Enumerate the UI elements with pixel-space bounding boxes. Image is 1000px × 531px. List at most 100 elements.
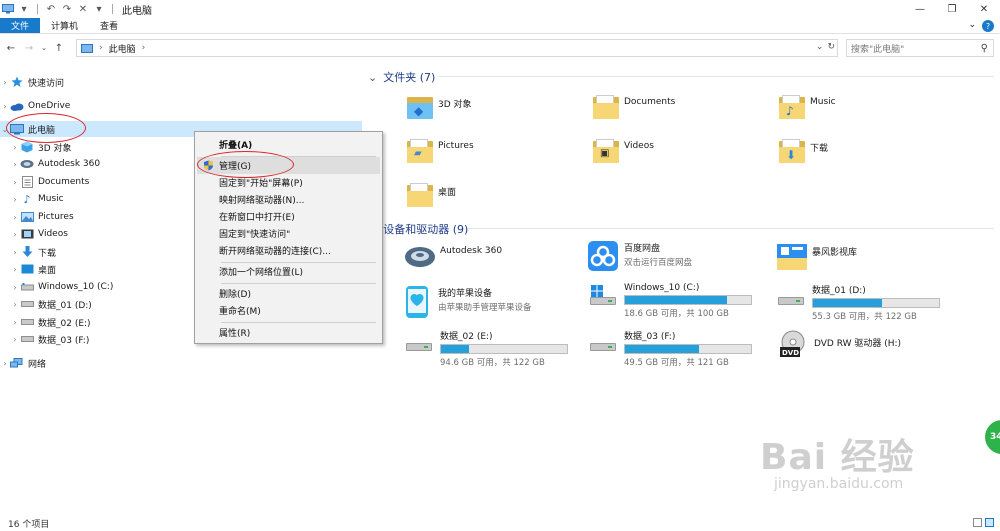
drive-d[interactable]: 数据_01 (D:) 55.3 GB 可用，共 122 GB — [776, 283, 940, 322]
chevron-right-icon[interactable]: › — [10, 230, 20, 239]
breadcrumb-separator[interactable]: › — [142, 43, 146, 53]
nav-label: 下载 — [38, 248, 57, 259]
delete-icon[interactable]: ✕ — [77, 3, 89, 15]
restore-button[interactable]: ❐ — [936, 0, 968, 18]
customize-toolbar-icon[interactable]: ▾ — [93, 3, 105, 15]
chevron-right-icon[interactable]: › — [10, 248, 20, 257]
menu-item-properties[interactable]: 属性(R) — [197, 324, 380, 341]
pin-icon[interactable]: ▾ — [18, 3, 30, 15]
chevron-right-icon[interactable]: › — [10, 283, 20, 292]
folder-label: Music — [810, 97, 836, 107]
windows-drive-icon — [20, 281, 34, 293]
nav-item-quick-access[interactable]: › 快速访问 — [0, 74, 362, 90]
title-bar: ▾ ↶ ↷ ✕ ▾ 此电脑 — ❐ ✕ — [0, 0, 1000, 18]
help-icon[interactable]: ? — [982, 20, 994, 32]
up-button[interactable]: ↑ — [52, 41, 66, 55]
device-subtitle: 双击运行百度网盘 — [624, 258, 693, 268]
redo-icon[interactable]: ↷ — [61, 3, 73, 15]
drive-e[interactable]: 数据_02 (E:) 94.6 GB 可用，共 122 GB — [404, 329, 568, 368]
folder-downloads[interactable]: ⬇ 下载 — [778, 137, 828, 165]
devices-group-header[interactable]: ⌄ 设备和驱动器 (9) — [368, 221, 468, 237]
forward-button[interactable]: → — [22, 41, 36, 55]
chevron-right-icon[interactable]: › — [0, 102, 10, 111]
chevron-down-icon[interactable]: ⌄ — [368, 71, 377, 84]
cube-icon — [20, 141, 34, 153]
refresh-icon[interactable]: ↻ — [827, 42, 835, 52]
expand-ribbon-icon[interactable]: ⌄ — [968, 20, 976, 32]
dvd-drive-icon: DVD — [778, 330, 808, 360]
tab-view[interactable]: 查看 — [89, 18, 129, 33]
undo-icon[interactable]: ↶ — [45, 3, 57, 15]
menu-item-delete[interactable]: 删除(D) — [197, 285, 380, 302]
tiles-view-icon[interactable] — [985, 518, 994, 527]
menu-item-pin-quick-access[interactable]: 固定到"快速访问" — [197, 225, 380, 242]
search-icon[interactable]: ⚲ — [981, 43, 988, 54]
details-view-icon[interactable] — [973, 518, 982, 527]
this-pc-icon[interactable] — [2, 3, 14, 15]
menu-item-map-network-drive[interactable]: 映射网络驱动器(N)... — [197, 191, 380, 208]
nav-item-network[interactable]: › 网络 — [0, 355, 362, 371]
drive-icon — [588, 329, 618, 359]
folders-group-title: 文件夹 (7) — [383, 71, 436, 84]
device-baofeng[interactable]: 暴风影视库 — [776, 241, 857, 271]
tab-file[interactable]: 文件 — [0, 18, 41, 33]
folder-music[interactable]: ♪ Music — [778, 93, 836, 121]
menu-item-rename[interactable]: 重命名(M) — [197, 302, 380, 319]
folder-videos[interactable]: ▣ Videos — [592, 137, 654, 165]
menu-item-disconnect-network-drive[interactable]: 断开网络驱动器的连接(C)... — [197, 242, 380, 259]
folder-documents[interactable]: Documents — [592, 93, 675, 121]
back-button[interactable]: ← — [4, 41, 18, 55]
downloads-folder-icon: ⬇ — [778, 137, 806, 165]
chevron-right-icon[interactable]: › — [0, 78, 10, 87]
drive-usage-bar — [812, 298, 940, 308]
chevron-right-icon[interactable]: › — [10, 335, 20, 344]
chevron-right-icon[interactable]: › — [0, 359, 10, 368]
nav-label: 网络 — [28, 359, 47, 370]
autodesk-icon — [20, 158, 34, 170]
group-divider — [468, 228, 994, 229]
recent-locations-icon[interactable]: ⌄ — [40, 41, 48, 55]
chevron-right-icon[interactable]: › — [10, 178, 20, 187]
chevron-right-icon[interactable]: › — [10, 213, 20, 222]
address-bar[interactable]: › 此电脑 › ⌄ ↻ — [76, 39, 838, 57]
chevron-right-icon[interactable]: › — [10, 195, 20, 204]
drive-c[interactable]: Windows_10 (C:) 18.6 GB 可用，共 100 GB — [588, 283, 752, 319]
window-controls: — ❐ ✕ — [904, 0, 1000, 18]
close-button[interactable]: ✕ — [968, 0, 1000, 18]
search-input[interactable]: 搜索"此电脑" ⚲ — [846, 39, 994, 57]
music-icon: ♪ — [23, 192, 31, 206]
device-autodesk-360[interactable]: Autodesk 360 — [404, 242, 502, 272]
drive-free-space: 18.6 GB 可用，共 100 GB — [624, 309, 729, 319]
this-pc-icon — [81, 43, 93, 53]
nav-label: Windows_10 (C:) — [38, 282, 114, 292]
device-apple[interactable]: 我的苹果设备 由苹果助手管理苹果设备 — [402, 286, 532, 318]
menu-item-open-new-window[interactable]: 在新窗口中打开(E) — [197, 208, 380, 225]
tab-computer[interactable]: 计算机 — [40, 18, 89, 33]
chevron-right-icon[interactable]: › — [10, 143, 20, 152]
drive-f[interactable]: 数据_03 (F:) 49.5 GB 可用，共 121 GB — [588, 329, 752, 368]
quick-access-toolbar: ▾ ↶ ↷ ✕ ▾ — [0, 3, 116, 15]
folders-group-header[interactable]: ⌄ 文件夹 (7) — [368, 69, 435, 85]
device-baidu-netdisk[interactable]: 百度网盘 双击运行百度网盘 — [588, 241, 692, 271]
drive-dvd[interactable]: DVD DVD RW 驱动器 (H:) — [778, 330, 901, 360]
minimize-button[interactable]: — — [904, 0, 936, 18]
menu-item-collapse[interactable]: 折叠(A) — [197, 136, 380, 153]
annotation-ellipse-manage — [197, 151, 294, 178]
menu-item-add-network-location[interactable]: 添加一个网络位置(L) — [197, 263, 380, 280]
folder-3d-objects[interactable]: ◆ 3D 对象 — [406, 93, 472, 121]
folder-desktop[interactable]: 桌面 — [406, 181, 456, 209]
folder-label: 下载 — [810, 144, 829, 154]
chevron-right-icon[interactable]: › — [10, 265, 20, 274]
3d-objects-folder-icon: ◆ — [406, 93, 434, 121]
chevron-right-icon[interactable]: › — [10, 300, 20, 309]
ribbon-tabs: 文件 计算机 查看 ⌄ ? — [0, 18, 1000, 34]
chevron-right-icon[interactable]: › — [10, 160, 20, 169]
nav-label: Videos — [38, 229, 68, 239]
drive-name: 数据_02 (E:) — [440, 332, 493, 342]
breadcrumb-this-pc[interactable]: 此电脑 — [109, 42, 136, 55]
chevron-right-icon[interactable]: › — [10, 318, 20, 327]
breadcrumb-separator: › — [99, 43, 103, 53]
folder-pictures[interactable]: ▰ Pictures — [406, 137, 474, 165]
nav-item-onedrive[interactable]: › OneDrive — [0, 98, 362, 114]
address-history-icon[interactable]: ⌄ — [816, 42, 824, 52]
